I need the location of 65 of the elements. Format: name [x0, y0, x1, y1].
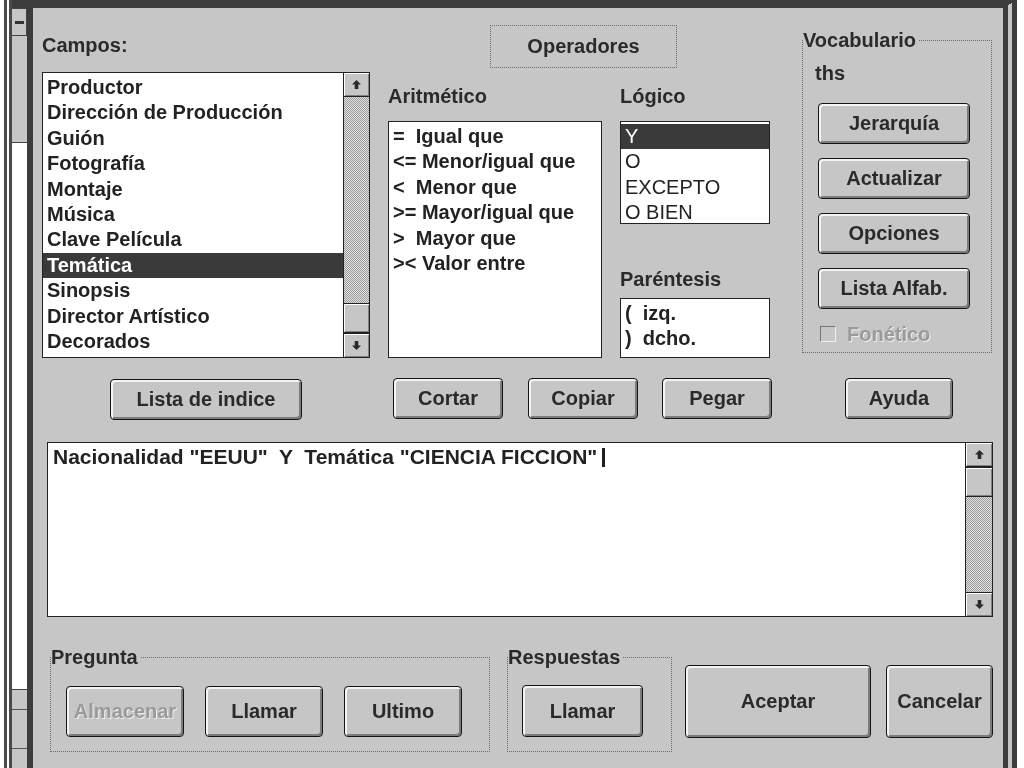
list-box[interactable]: ( izq. ) dcho.: [620, 298, 770, 358]
list-item[interactable]: ) dcho.: [621, 326, 769, 352]
recall-button[interactable]: Llamar: [522, 685, 643, 737]
scrollbar[interactable]: [965, 443, 992, 616]
list-item[interactable]: Temática: [43, 252, 343, 279]
list-item[interactable]: = Igual que: [389, 124, 601, 150]
list-item[interactable]: < Menor que: [389, 174, 601, 201]
recall-button[interactable]: Llamar: [205, 686, 323, 737]
list-label: Lógico: [620, 85, 686, 107]
list-item[interactable]: O BIEN: [621, 200, 769, 223]
arrow-up-icon: [974, 450, 984, 459]
list-item[interactable]: > Mayor que: [389, 225, 601, 251]
list-item[interactable]: Clave Película: [43, 227, 343, 253]
list-item[interactable]: Fotografía: [43, 151, 343, 177]
hierarchy-button[interactable]: Jerarquía: [818, 103, 970, 144]
update-button[interactable]: Actualizar: [818, 158, 970, 199]
cut-button[interactable]: Cortar: [393, 378, 503, 419]
list-item[interactable]: Decorados: [43, 328, 343, 355]
scrollbar[interactable]: [343, 73, 369, 357]
list-item[interactable]: Director Artístico: [43, 303, 343, 329]
section-header: Operadores: [490, 25, 677, 68]
list-item[interactable]: Montaje: [43, 176, 343, 202]
list-box[interactable]: Productor Dirección de Producción Guión Fotografía Montaje Música Clave Película Temática Sinopsis Director Artístico Decorados: [42, 72, 370, 358]
expression-field[interactable]: Nacionalidad "EEUU" Y Temática "CIENCIA FICCION": [47, 442, 993, 617]
list-label: Aritmético: [388, 85, 487, 107]
window-menu-icon[interactable]: [12, 8, 27, 36]
list-box[interactable]: Y O EXCEPTO O BIEN: [620, 121, 770, 224]
scroll-thumb[interactable]: [966, 467, 992, 497]
last-button[interactable]: Ultimo: [344, 686, 462, 737]
list-item[interactable]: Dirección de Producción: [43, 100, 343, 126]
scroll-down-button[interactable]: [966, 592, 992, 616]
group-title: Pregunta: [51, 646, 139, 668]
group-title: Vocabulario: [803, 29, 917, 51]
scroll-down-button[interactable]: [344, 333, 369, 357]
index-list-button[interactable]: Lista de indice: [110, 379, 302, 420]
arrow-down-icon: [974, 600, 984, 609]
options-button[interactable]: Opciones: [818, 213, 970, 254]
thesaurus-name: ths: [815, 62, 845, 84]
list-item[interactable]: Música: [43, 201, 343, 228]
list-item[interactable]: >< Valor entre: [389, 250, 601, 277]
list-item[interactable]: EXCEPTO: [621, 174, 769, 201]
text-cursor-icon: [602, 448, 606, 467]
scroll-thumb[interactable]: [344, 303, 369, 333]
cancel-button[interactable]: Cancelar: [886, 665, 993, 738]
list-item[interactable]: >= Mayor/igual que: [389, 200, 601, 226]
arrow-down-icon: [352, 341, 361, 350]
list-box[interactable]: = Igual que <= Menor/igual que < Menor que >= Mayor/igual que > Mayor que >< Valor entre: [388, 121, 602, 358]
scroll-up-button[interactable]: [344, 73, 369, 97]
list-item[interactable]: Guión: [43, 125, 343, 152]
list-item[interactable]: <= Menor/igual que: [389, 149, 601, 175]
list-item[interactable]: ( izq.: [621, 301, 769, 327]
accept-button[interactable]: Aceptar: [685, 665, 871, 738]
list-item[interactable]: Productor: [43, 75, 343, 101]
arrow-up-icon: [352, 80, 361, 89]
scroll-up-button[interactable]: [966, 443, 992, 467]
list-label: Paréntesis: [620, 268, 722, 290]
group-title: Respuestas: [508, 646, 622, 668]
copy-button[interactable]: Copiar: [528, 378, 638, 419]
list-item[interactable]: Sinopsis: [43, 278, 343, 304]
paste-button[interactable]: Pegar: [662, 378, 772, 419]
help-button[interactable]: Ayuda: [845, 378, 953, 419]
list-item[interactable]: O: [621, 149, 769, 175]
list-label: Campos:: [42, 34, 128, 56]
list-item[interactable]: Y: [621, 124, 769, 150]
alphabetical-list-button[interactable]: Lista Alfab.: [818, 268, 970, 309]
